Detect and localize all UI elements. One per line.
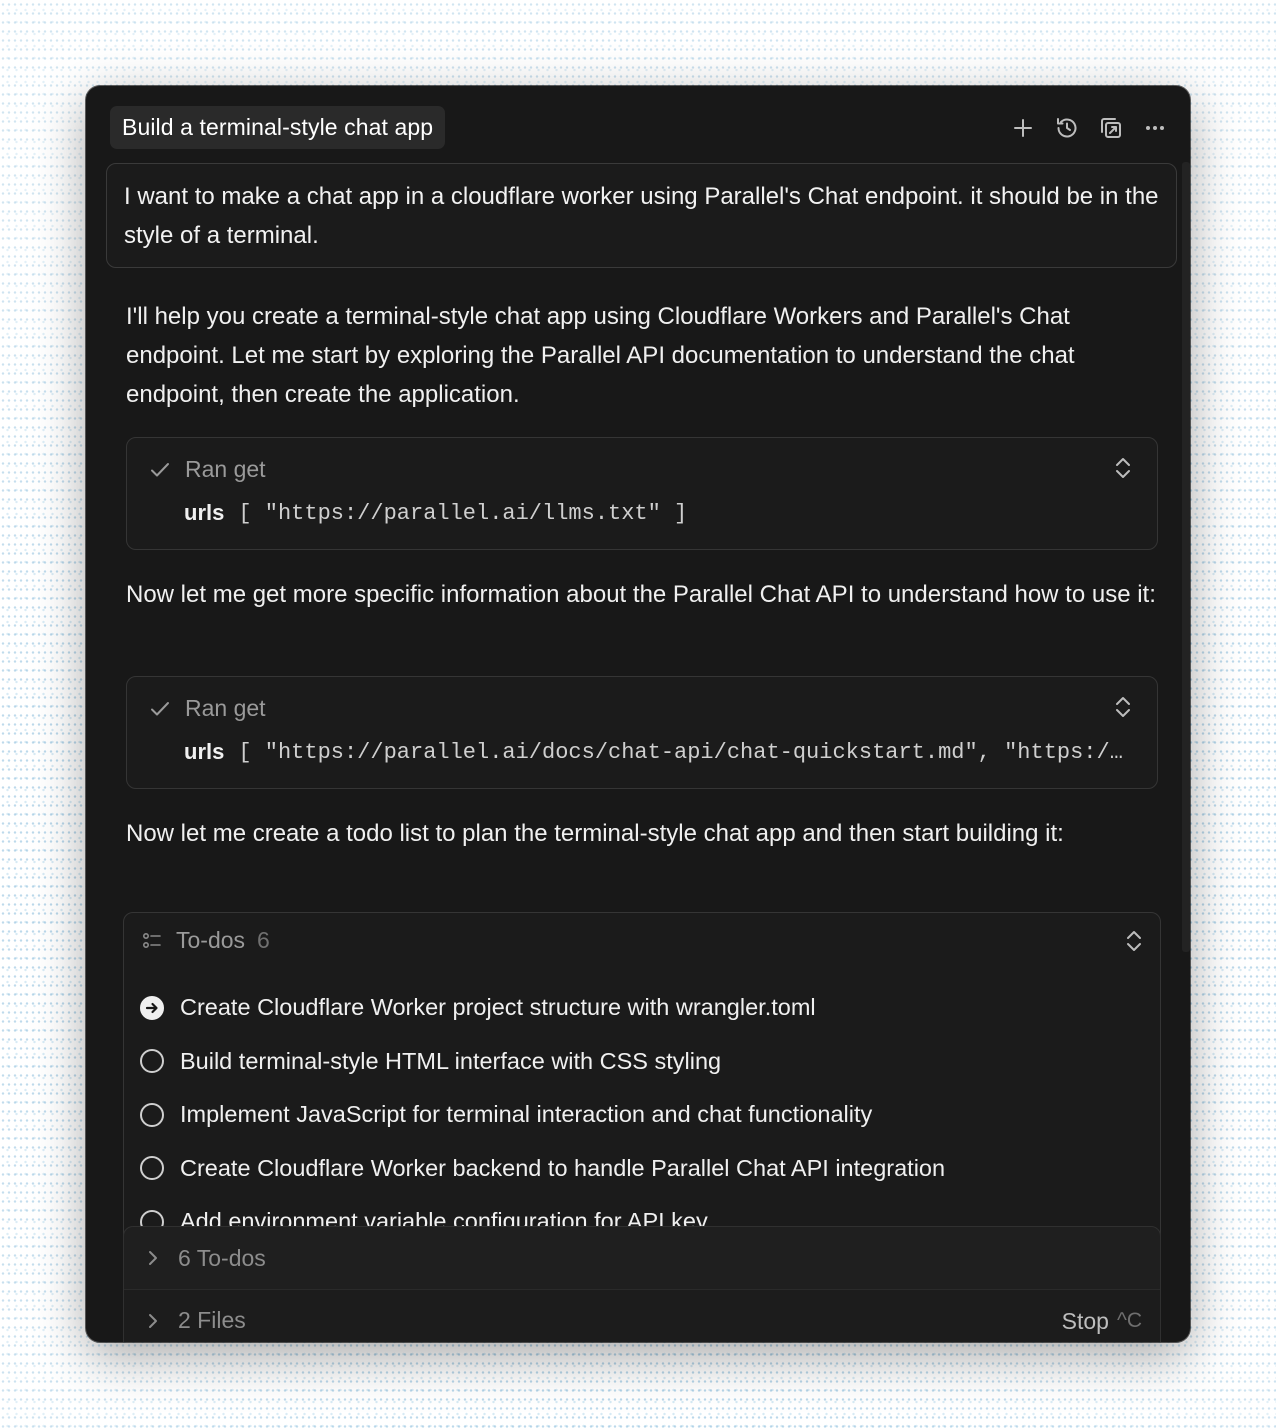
files-summary-row[interactable]: 2 Files Stop ^C	[124, 1289, 1160, 1342]
tool-call-card[interactable]: Ran get urls [ "https://parallel.ai/llms…	[126, 437, 1158, 550]
todo-text: Implement JavaScript for terminal intera…	[180, 1101, 873, 1128]
tool-call-status: Ran get	[185, 456, 266, 482]
expand-collapse-icon[interactable]	[1113, 456, 1133, 485]
todo-text: Create Cloudflare Worker backend to hand…	[180, 1154, 946, 1181]
stop-button[interactable]: Stop ^C	[1062, 1290, 1142, 1342]
todo-item[interactable]: Create Cloudflare Worker project structu…	[140, 981, 945, 1035]
pending-circle-icon	[140, 1049, 164, 1074]
in-progress-arrow-icon	[140, 995, 164, 1020]
todo-count: 6	[257, 927, 270, 953]
conversation-title[interactable]: Build a terminal-style chat app	[110, 106, 446, 149]
todo-text: Build terminal-style HTML interface with…	[180, 1047, 722, 1074]
stop-shortcut: ^C	[1116, 1309, 1142, 1332]
tool-call-status: Ran get	[185, 695, 266, 721]
pending-circle-icon	[140, 1102, 164, 1127]
todos-summary-label: 6 To-dos	[178, 1244, 266, 1271]
todo-item[interactable]: Implement JavaScript for terminal intera…	[140, 1088, 945, 1142]
files-summary-label: 2 Files	[178, 1307, 246, 1333]
tool-call-header: Ran get	[149, 695, 266, 722]
arg-key: urls	[184, 500, 225, 525]
toolbar-icons	[1008, 113, 1170, 143]
check-icon	[151, 701, 169, 715]
todos-summary-row[interactable]: 6 To-dos	[124, 1227, 1160, 1289]
chevron-right-icon	[149, 1313, 157, 1328]
tool-call-args: urls [ "https://parallel.ai/docs/chat-ap…	[184, 739, 1134, 765]
arg-value: [ "https://parallel.ai/llms.txt" ]	[238, 500, 688, 526]
more-icon[interactable]	[1140, 113, 1170, 143]
expand-collapse-icon[interactable]	[1124, 929, 1144, 958]
plus-icon[interactable]	[1008, 113, 1038, 143]
open-external-icon[interactable]	[1096, 113, 1126, 143]
todo-item[interactable]: Build terminal-style HTML interface with…	[140, 1035, 945, 1089]
assistant-message: Now let me get more specific information…	[126, 581, 1156, 608]
todo-label: To-dos	[176, 927, 246, 953]
todo-item[interactable]: Create Cloudflare Worker backend to hand…	[140, 1142, 945, 1196]
assistant-message: I'll help you create a terminal-style ch…	[126, 303, 1075, 408]
check-icon	[151, 462, 169, 476]
history-icon[interactable]	[1052, 113, 1082, 143]
scrollbar[interactable]	[1182, 162, 1190, 952]
user-message[interactable]: I want to make a chat app in a cloudflar…	[106, 163, 1177, 268]
assistant-message: Now let me create a todo list to plan th…	[126, 820, 1064, 847]
bottom-status-panel: 6 To-dos 2 Files Stop ^C	[123, 1226, 1161, 1342]
stop-label: Stop	[1061, 1307, 1109, 1334]
arg-key: urls	[184, 739, 225, 764]
tool-call-header: Ran get	[149, 456, 266, 483]
tool-call-args: urls [ "https://parallel.ai/llms.txt" ]	[184, 500, 1134, 526]
title-bar: Build a terminal-style chat app	[86, 86, 1190, 162]
expand-collapse-icon[interactable]	[1113, 695, 1133, 724]
tool-call-card[interactable]: Ran get urls [ "https://parallel.ai/docs…	[126, 676, 1158, 789]
checklist-icon	[142, 932, 161, 948]
todo-text: Create Cloudflare Worker project structu…	[180, 994, 816, 1021]
chat-window: Build a terminal-style chat app I want t…	[86, 86, 1190, 1342]
todo-list: Create Cloudflare Worker project structu…	[140, 981, 945, 1249]
arg-value: [ "https://parallel.ai/docs/chat-api/cha…	[238, 739, 1134, 765]
todo-header[interactable]: To-dos 6	[142, 927, 270, 954]
chevron-right-icon	[149, 1251, 157, 1265]
pending-circle-icon	[140, 1156, 164, 1181]
